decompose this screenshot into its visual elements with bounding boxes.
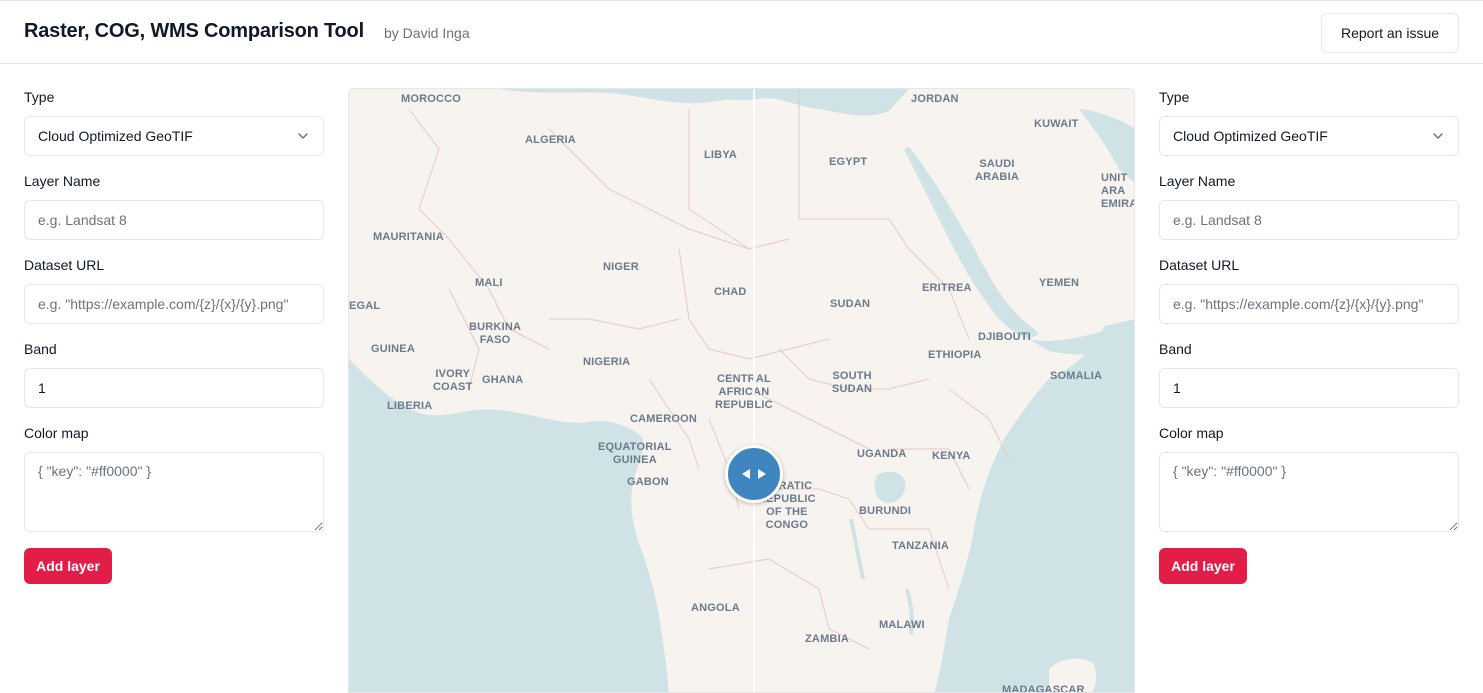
map-label-mali: MALI <box>475 277 503 289</box>
map-label-zambia: ZAMBIA <box>805 633 849 645</box>
left-layer-panel: Type Cloud Optimized GeoTIF Layer Name D… <box>24 64 324 693</box>
type-select-value: Cloud Optimized GeoTIF <box>38 128 193 144</box>
swipe-divider[interactable] <box>753 89 755 692</box>
band-input[interactable] <box>24 368 324 408</box>
color-map-textarea[interactable] <box>1159 452 1459 532</box>
map-label-cameroon: CAMEROON <box>630 413 697 425</box>
band-label: Band <box>24 341 57 357</box>
map-label-malawi: MALAWI <box>879 619 925 631</box>
map-label-burkina-faso: BURKINA FASO <box>469 321 522 346</box>
map-label-tanzania: TANZANIA <box>892 540 949 552</box>
dataset-url-input[interactable] <box>24 284 324 324</box>
arrow-right-icon <box>758 469 766 479</box>
layer-name-input[interactable] <box>1159 200 1459 240</box>
map-label-uganda: UGANDA <box>857 448 907 460</box>
map-label-saudi-arabia: SAUDI ARABIA <box>975 158 1019 183</box>
map-label-eritrea: ERITREA <box>922 282 972 294</box>
chevron-down-icon <box>298 133 308 139</box>
map-label-burundi: BURUNDI <box>859 505 912 517</box>
right-layer-panel: Type Cloud Optimized GeoTIF Layer Name D… <box>1159 64 1459 693</box>
map-label-liberia: LIBERIA <box>387 400 433 412</box>
color-map-label: Color map <box>24 425 89 441</box>
dataset-url-label: Dataset URL <box>1159 257 1240 273</box>
map-label-car: CENTRAL AFRICAN REPUBLIC <box>715 373 773 411</box>
color-map-label: Color map <box>1159 425 1224 441</box>
map-label-nigeria: NIGERIA <box>583 356 631 368</box>
layer-name-input[interactable] <box>24 200 324 240</box>
type-select-value: Cloud Optimized GeoTIF <box>1173 128 1328 144</box>
app-title: Raster, COG, WMS Comparison Tool <box>24 20 364 42</box>
map-label-angola: ANGOLA <box>691 602 740 614</box>
swipe-handle[interactable] <box>725 445 783 503</box>
report-issue-button[interactable]: Report an issue <box>1321 13 1459 53</box>
color-map-textarea[interactable] <box>24 452 324 532</box>
layer-name-label: Layer Name <box>24 173 101 189</box>
map-label-niger: NIGER <box>603 261 639 273</box>
map-label-djibouti: DJIBOUTI <box>978 331 1031 343</box>
add-layer-button[interactable]: Add layer <box>24 548 112 584</box>
map-label-morocco: MOROCCO <box>401 93 462 105</box>
map-label-ivory-coast: IVORY COAST <box>433 368 473 393</box>
dataset-url-label: Dataset URL <box>24 257 105 273</box>
arrow-left-icon <box>742 469 750 479</box>
map-label-guinea: GUINEA <box>371 343 415 355</box>
map-label-madagascar: MADAGASCAR <box>1002 684 1085 693</box>
map-label-ethiopia: ETHIOPIA <box>928 349 982 361</box>
band-input[interactable] <box>1159 368 1459 408</box>
map-label-algeria: ALGERIA <box>525 134 576 146</box>
comparison-map[interactable]: MOROCCO ALGERIA LIBYA EGYPT JORDAN KUWAI… <box>348 88 1135 693</box>
type-select[interactable]: Cloud Optimized GeoTIF <box>1159 116 1459 156</box>
map-label-kenya: KENYA <box>932 450 971 462</box>
type-label: Type <box>1159 89 1190 105</box>
map-label-egypt: EGYPT <box>829 156 868 168</box>
app-header: Raster, COG, WMS Comparison Tool by Davi… <box>0 0 1483 64</box>
map-label-ghana: GHANA <box>482 374 524 386</box>
map-label-gabon: GABON <box>627 476 669 488</box>
map-label-yemen: YEMEN <box>1039 277 1080 289</box>
map-label-senegal: EGAL <box>349 300 381 312</box>
app-author: by David Inga <box>384 25 470 41</box>
type-label: Type <box>24 89 55 105</box>
map-label-somalia: SOMALIA <box>1050 370 1103 382</box>
map-label-south-sudan: SOUTH SUDAN <box>832 370 873 395</box>
type-select[interactable]: Cloud Optimized GeoTIF <box>24 116 324 156</box>
dataset-url-input[interactable] <box>1159 284 1459 324</box>
chevron-down-icon <box>1433 133 1443 139</box>
band-label: Band <box>1159 341 1192 357</box>
map-label-kuwait: KUWAIT <box>1034 118 1079 130</box>
map-label-mauritania: MAURITANIA <box>373 231 444 243</box>
map-label-uae: UNIT ARA EMIRA <box>1101 172 1135 210</box>
map-label-sudan: SUDAN <box>830 298 871 310</box>
add-layer-button[interactable]: Add layer <box>1159 548 1247 584</box>
layer-name-label: Layer Name <box>1159 173 1236 189</box>
map-label-chad: CHAD <box>714 286 747 298</box>
map-label-libya: LIBYA <box>704 149 737 161</box>
map-label-jordan: JORDAN <box>911 93 959 105</box>
map-label-equatorial-guinea: EQUATORIAL GUINEA <box>598 441 672 466</box>
